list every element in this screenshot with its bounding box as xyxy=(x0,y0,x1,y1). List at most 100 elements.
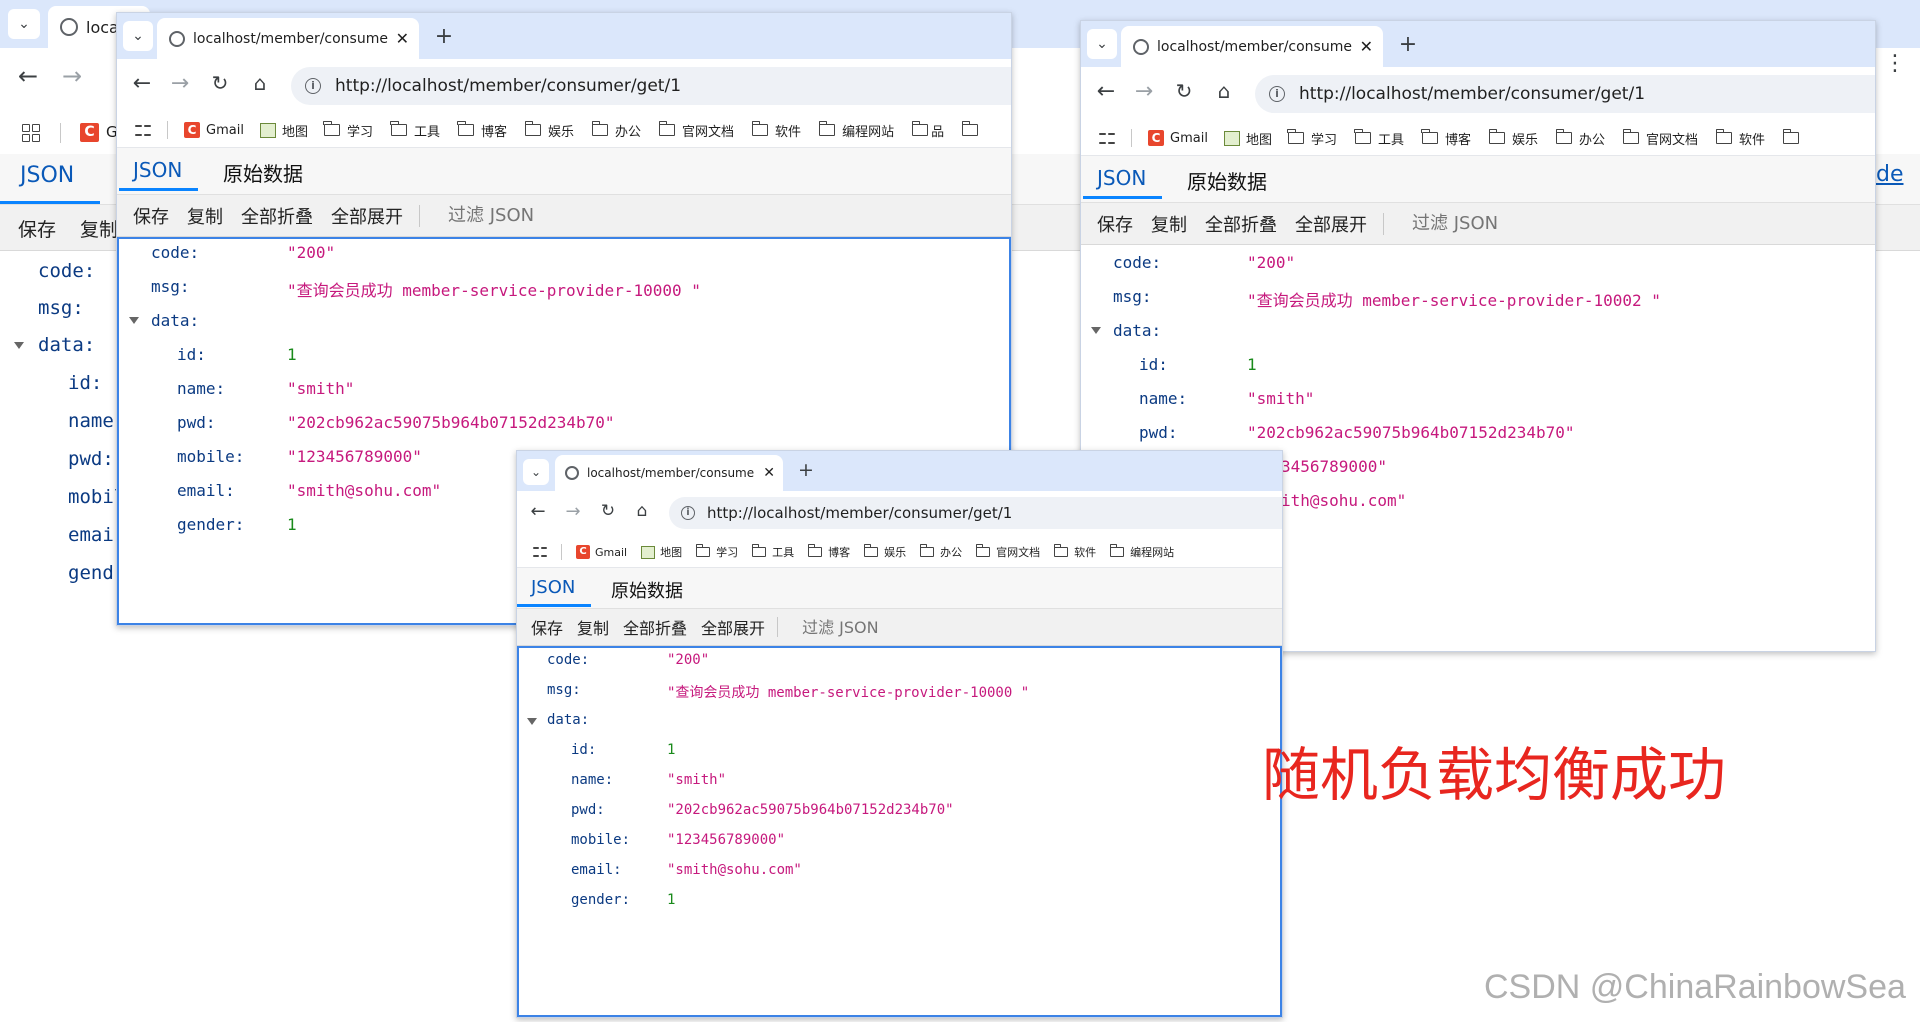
bg-copy-button[interactable]: 复制 xyxy=(80,215,118,242)
value-mobile-partial[interactable]: 3456789000" xyxy=(1281,457,1387,476)
bookmark-overflow[interactable] xyxy=(1782,129,1800,144)
expand-all-button[interactable]: 全部展开 xyxy=(1295,211,1367,237)
info-icon[interactable]: i xyxy=(1269,86,1285,102)
bg-kebab-menu[interactable]: ⋮ xyxy=(1884,53,1906,75)
back-arrow-icon[interactable]: ← xyxy=(129,71,155,96)
bookmark-map[interactable]: 地图 xyxy=(641,544,682,560)
value-msg[interactable]: "查询会员成功 member-service-provider-10000 " xyxy=(287,277,701,301)
value-msg[interactable]: "查询会员成功 member-service-provider-10000 " xyxy=(667,682,1029,702)
value-gender[interactable]: 1 xyxy=(287,515,297,534)
filter-json-input[interactable] xyxy=(1410,212,1614,235)
bookmark-office[interactable]: 办公 xyxy=(591,121,641,140)
bookmark-docs[interactable]: 官网文档 xyxy=(975,544,1040,560)
expand-all-button[interactable]: 全部展开 xyxy=(331,203,403,229)
bookmark-tools[interactable]: 工具 xyxy=(390,121,440,140)
bookmark-study[interactable]: 学习 xyxy=(1287,129,1337,148)
triangle-expand-icon[interactable] xyxy=(129,317,139,324)
new-tab-button[interactable]: + xyxy=(795,459,817,481)
close-icon[interactable]: ✕ xyxy=(396,29,409,48)
copy-button[interactable]: 复制 xyxy=(577,615,609,639)
copy-button[interactable]: 复制 xyxy=(187,203,223,229)
forward-arrow-icon[interactable]: → xyxy=(58,62,86,90)
bg-tab-search-button[interactable]: ⌄ xyxy=(8,9,40,39)
value-email[interactable]: "smith@sohu.com" xyxy=(667,862,802,878)
value-pwd[interactable]: "202cb962ac59075b964b07152d234b70" xyxy=(667,802,954,818)
csdn-icon[interactable]: C xyxy=(80,123,99,142)
value-msg[interactable]: "查询会员成功 member-service-provider-10002 " xyxy=(1247,287,1661,311)
tab-search-button[interactable]: ⌄ xyxy=(123,21,153,51)
tab-search-button[interactable]: ⌄ xyxy=(523,459,549,485)
filter-json-input[interactable] xyxy=(446,204,650,227)
value-code[interactable]: "200" xyxy=(1247,253,1295,272)
bookmark-gmail[interactable]: C Gmail xyxy=(1148,130,1208,146)
apps-grid-icon[interactable] xyxy=(1099,130,1115,146)
collapse-all-button[interactable]: 全部折叠 xyxy=(1205,211,1277,237)
bg-save-button[interactable]: 保存 xyxy=(18,215,56,242)
new-tab-button[interactable]: + xyxy=(1395,31,1421,57)
triangle-expand-icon[interactable] xyxy=(1091,327,1101,334)
copy-button[interactable]: 复制 xyxy=(1151,211,1187,237)
bookmark-programming[interactable]: 编程网站 xyxy=(818,121,894,140)
bookmark-overflow[interactable] xyxy=(961,121,979,136)
value-mobile[interactable]: "123456789000" xyxy=(287,447,422,466)
apps-grid-icon[interactable] xyxy=(533,545,547,559)
bookmark-gmail[interactable]: C Gmail xyxy=(576,545,627,559)
tab-json[interactable]: JSON xyxy=(517,577,592,607)
bookmark-blog[interactable]: 博客 xyxy=(807,544,850,560)
value-code[interactable]: "200" xyxy=(667,652,709,668)
reload-icon[interactable]: ↻ xyxy=(597,501,619,521)
value-email[interactable]: "smith@sohu.com" xyxy=(287,481,441,500)
back-arrow-icon[interactable]: ← xyxy=(1093,79,1119,104)
save-button[interactable]: 保存 xyxy=(531,615,563,639)
bookmark-entertainment[interactable]: 娱乐 xyxy=(863,544,906,560)
value-name[interactable]: "smith" xyxy=(287,379,354,398)
bookmark-docs[interactable]: 官网文档 xyxy=(1622,129,1698,148)
bookmark-goods[interactable]: 品 xyxy=(911,121,944,140)
expand-all-button[interactable]: 全部展开 xyxy=(701,615,765,639)
back-arrow-icon[interactable]: ← xyxy=(14,62,42,90)
tab-search-button[interactable]: ⌄ xyxy=(1087,29,1117,59)
tab-raw-data[interactable]: 原始数据 xyxy=(223,158,303,187)
forward-arrow-icon[interactable]: → xyxy=(562,501,584,522)
value-mobile[interactable]: "123456789000" xyxy=(667,832,785,848)
tab-json[interactable]: JSON xyxy=(1082,166,1163,199)
value-pwd[interactable]: "202cb962ac59075b964b07152d234b70" xyxy=(287,413,615,432)
tab-raw-data[interactable]: 原始数据 xyxy=(1187,166,1267,195)
bookmark-gmail[interactable]: C Gmail xyxy=(184,122,244,138)
close-icon[interactable]: ✕ xyxy=(1360,37,1373,56)
address-bar[interactable]: i http://localhost/member/consumer/get/1 xyxy=(1255,75,1875,113)
address-bar[interactable]: i http://localhost/member/consumer/get/1 xyxy=(291,67,1011,105)
value-gender[interactable]: 1 xyxy=(667,892,675,908)
tab-json[interactable]: JSON xyxy=(118,158,199,191)
bookmark-study[interactable]: 学习 xyxy=(695,544,738,560)
bookmark-software[interactable]: 软件 xyxy=(1715,129,1765,148)
home-icon[interactable]: ⌂ xyxy=(1211,79,1237,103)
value-id[interactable]: 1 xyxy=(667,742,675,758)
collapse-all-button[interactable]: 全部折叠 xyxy=(241,203,313,229)
bookmark-tools[interactable]: 工具 xyxy=(1354,129,1404,148)
bookmark-study[interactable]: 学习 xyxy=(323,121,373,140)
value-id[interactable]: 1 xyxy=(1247,355,1257,374)
back-arrow-icon[interactable]: ← xyxy=(527,501,549,522)
bookmark-blog[interactable]: 博客 xyxy=(1421,129,1471,148)
address-bar[interactable]: i http://localhost/member/consumer/get/1 xyxy=(669,497,1282,529)
reload-icon[interactable]: ↻ xyxy=(207,71,233,95)
bookmark-programming[interactable]: 编程网站 xyxy=(1109,544,1174,560)
apps-grid-icon[interactable] xyxy=(135,122,151,138)
info-icon[interactable]: i xyxy=(305,78,321,94)
forward-arrow-icon[interactable]: → xyxy=(167,71,193,96)
reload-icon[interactable]: ↻ xyxy=(1171,79,1197,103)
bg-tab-json[interactable]: JSON xyxy=(20,163,74,188)
bookmark-software[interactable]: 软件 xyxy=(1053,544,1096,560)
value-pwd[interactable]: "202cb962ac59075b964b07152d234b70" xyxy=(1247,423,1575,442)
value-email-partial[interactable]: ith@sohu.com" xyxy=(1281,491,1406,510)
bookmark-office[interactable]: 办公 xyxy=(919,544,962,560)
close-icon[interactable]: ✕ xyxy=(763,465,775,481)
browser-tab[interactable]: localhost/member/consume ✕ xyxy=(157,18,419,59)
tab-raw-data[interactable]: 原始数据 xyxy=(611,577,683,603)
apps-grid-icon[interactable] xyxy=(22,124,40,142)
triangle-expand-icon[interactable] xyxy=(14,342,24,349)
browser-tab[interactable]: localhost/member/consume ✕ xyxy=(555,455,783,491)
forward-arrow-icon[interactable]: → xyxy=(1131,79,1157,104)
home-icon[interactable]: ⌂ xyxy=(247,71,273,95)
